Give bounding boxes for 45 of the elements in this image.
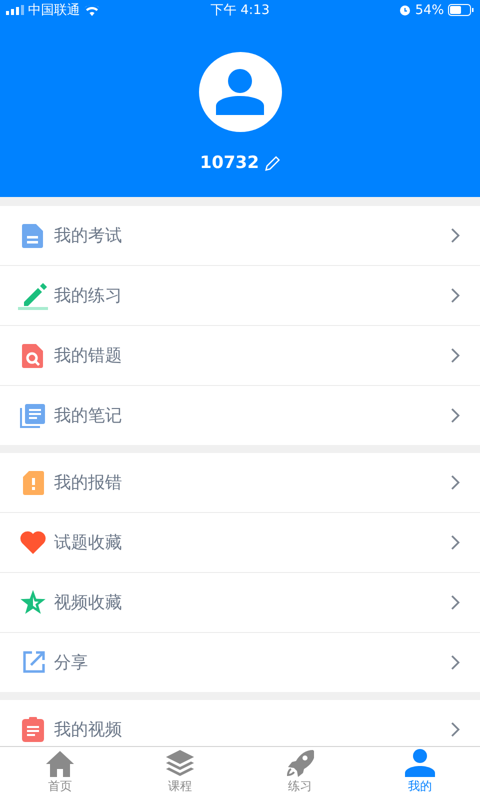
menu-row[interactable]: 我的报错 (0, 453, 480, 513)
menu-row[interactable]: 我的练习 (0, 266, 480, 326)
edit-pencil-icon[interactable] (265, 156, 280, 170)
menu-row[interactable]: 我的考试 (0, 206, 480, 266)
wifi-icon (84, 4, 100, 16)
home-icon (46, 751, 74, 777)
menu-row[interactable]: 我的笔记 (0, 386, 480, 445)
menu-row[interactable]: 我的视频 (0, 700, 480, 746)
rocket-icon (286, 749, 314, 777)
alarm-icon (399, 4, 412, 16)
layers-icon (166, 750, 194, 777)
menu-row[interactable]: 视频收藏 (0, 573, 480, 633)
tab[interactable]: 我的 (360, 747, 480, 800)
signal-icon (6, 5, 24, 15)
battery-percent: 54% (415, 2, 444, 18)
person-icon (215, 69, 265, 115)
username: 10732 (200, 153, 260, 173)
share-icon (22, 651, 44, 674)
document-icon (22, 224, 44, 248)
magnifier-document-icon (22, 344, 44, 368)
star-icon (20, 590, 46, 615)
chevron-right-icon (451, 595, 460, 610)
clock-time: 下午 4:13 (210, 2, 270, 19)
chevron-right-icon (451, 228, 460, 243)
menu-row[interactable]: 试题收藏 (0, 513, 480, 573)
tab[interactable]: 首页 (0, 747, 120, 800)
carrier-name: 中国联通 (28, 2, 80, 19)
person-icon (405, 749, 435, 777)
menu-row[interactable]: 我的错题 (0, 326, 480, 386)
notes-icon (20, 404, 46, 428)
menu-row[interactable]: 分享 (0, 633, 480, 692)
pencil-icon (18, 282, 48, 310)
heart-icon (20, 531, 46, 554)
tab[interactable]: 课程 (120, 747, 240, 800)
battery-icon (448, 4, 474, 16)
chevron-right-icon (451, 408, 460, 423)
chevron-right-icon (451, 288, 460, 303)
chevron-right-icon (451, 348, 460, 363)
chevron-right-icon (451, 475, 460, 490)
alert-card-icon (22, 470, 44, 494)
clipboard-icon (22, 717, 44, 742)
chevron-right-icon (451, 655, 460, 670)
chevron-right-icon (451, 722, 460, 737)
tab[interactable]: 练习 (240, 747, 360, 800)
chevron-right-icon (451, 535, 460, 550)
